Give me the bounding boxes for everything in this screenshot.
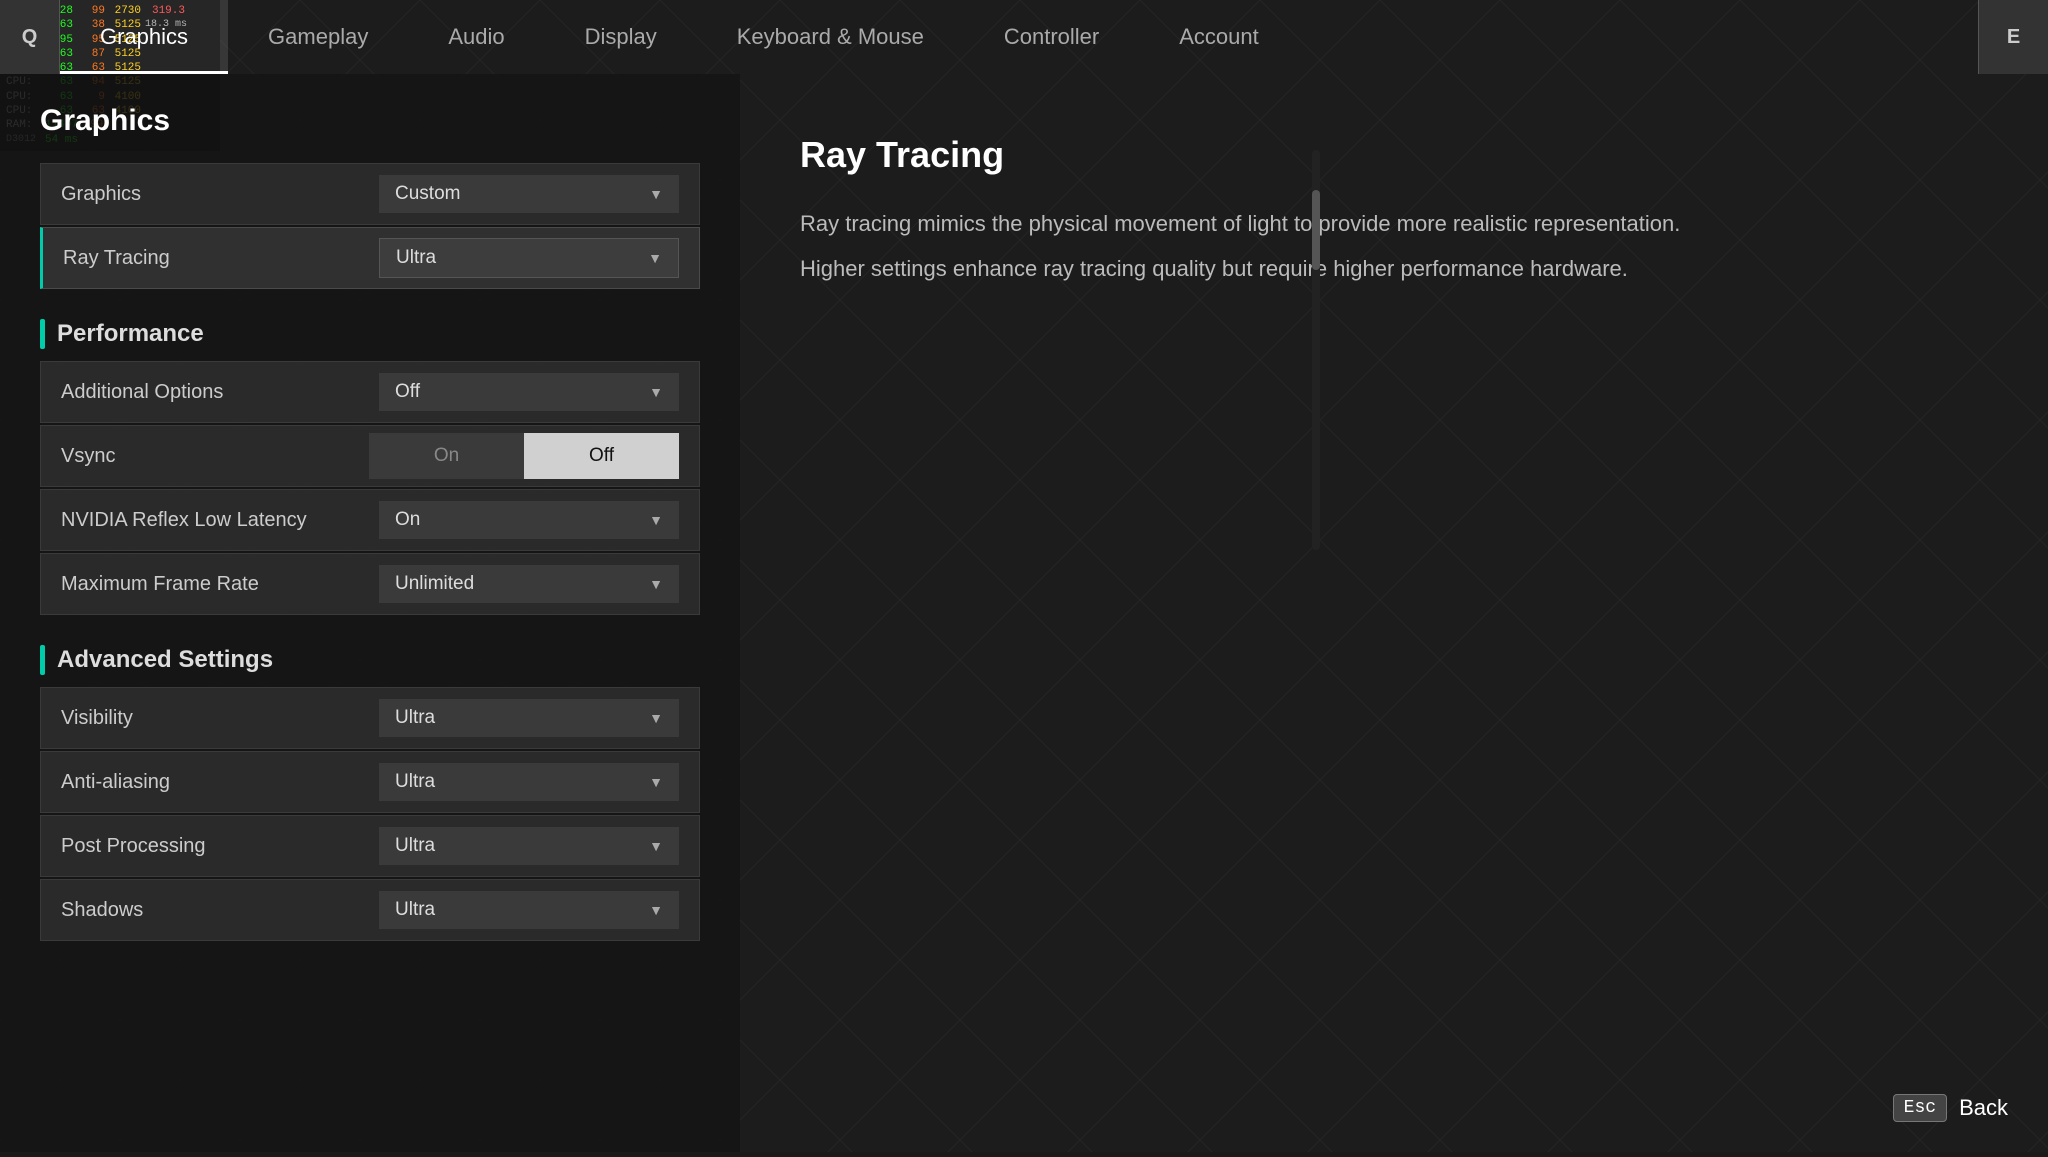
visibility-label: Visibility: [61, 707, 359, 730]
max-frame-rate-label: Maximum Frame Rate: [61, 573, 359, 596]
back-label: Back: [1959, 1095, 2008, 1121]
q-icon: Q: [22, 26, 38, 49]
max-frame-rate-row: Maximum Frame Rate Unlimited ▼: [40, 553, 700, 615]
post-processing-dropdown[interactable]: Ultra ▼: [379, 827, 679, 865]
post-processing-dropdown-value: Ultra: [395, 835, 435, 857]
visibility-row: Visibility Ultra ▼: [40, 687, 700, 749]
max-frame-rate-arrow: ▼: [649, 576, 663, 592]
additional-options-label: Additional Options: [61, 381, 359, 404]
graphics-dropdown-arrow: ▼: [649, 186, 663, 202]
anti-aliasing-label: Anti-aliasing: [61, 771, 359, 794]
anti-aliasing-value: Ultra ▼: [359, 763, 679, 801]
visibility-dropdown[interactable]: Ultra ▼: [379, 699, 679, 737]
max-frame-rate-value: Unlimited ▼: [359, 565, 679, 603]
graphics-dropdown-value: Custom: [395, 183, 460, 205]
visibility-value: Ultra ▼: [359, 699, 679, 737]
nvidia-reflex-dropdown[interactable]: On ▼: [379, 501, 679, 539]
shadows-value: Ultra ▼: [359, 891, 679, 929]
tab-keyboard-mouse-label: Keyboard & Mouse: [737, 24, 924, 50]
e-icon-button[interactable]: E: [1978, 0, 2048, 74]
nvidia-reflex-dropdown-value: On: [395, 509, 420, 531]
ray-tracing-setting-row: Ray Tracing Ultra ▼: [40, 227, 700, 289]
performance-section-title: Performance: [57, 320, 204, 348]
post-processing-value: Ultra ▼: [359, 827, 679, 865]
shadows-arrow: ▼: [649, 902, 663, 918]
ray-tracing-dropdown[interactable]: Ultra ▼: [379, 238, 679, 278]
tab-keyboard-mouse[interactable]: Keyboard & Mouse: [697, 0, 964, 74]
tab-controller[interactable]: Controller: [964, 0, 1139, 74]
max-frame-rate-dropdown[interactable]: Unlimited ▼: [379, 565, 679, 603]
additional-options-arrow: ▼: [649, 384, 663, 400]
info-panel-description-2: Higher settings enhance ray tracing qual…: [800, 251, 1988, 286]
anti-aliasing-dropdown[interactable]: Ultra ▼: [379, 763, 679, 801]
post-processing-arrow: ▼: [649, 838, 663, 854]
tab-account-label: Account: [1179, 24, 1259, 50]
vsync-label: Vsync: [61, 445, 359, 468]
tab-display[interactable]: Display: [545, 0, 697, 74]
visibility-arrow: ▼: [649, 710, 663, 726]
vsync-off-button[interactable]: Off: [524, 433, 679, 479]
vsync-row: Vsync On Off: [40, 425, 700, 487]
ray-tracing-setting-value: Ultra ▼: [359, 238, 679, 278]
additional-options-value: Off ▼: [359, 373, 679, 411]
vsync-toggle-group: On Off: [369, 433, 679, 479]
ray-tracing-label: Ray Tracing: [63, 247, 359, 270]
nvidia-reflex-value: On ▼: [359, 501, 679, 539]
post-processing-label: Post Processing: [61, 835, 359, 858]
graphics-dropdown[interactable]: Custom ▼: [379, 175, 679, 213]
vsync-value: On Off: [359, 433, 679, 479]
page-title: Graphics: [40, 104, 700, 138]
ray-tracing-dropdown-arrow: ▼: [648, 250, 662, 266]
info-panel-description-1: Ray tracing mimics the physical movement…: [800, 206, 1988, 241]
esc-key-badge: Esc: [1893, 1094, 1947, 1122]
q-icon-button[interactable]: Q: [0, 0, 60, 74]
shadows-dropdown[interactable]: Ultra ▼: [379, 891, 679, 929]
anti-aliasing-arrow: ▼: [649, 774, 663, 790]
graphics-setting-row: Graphics Custom ▼: [40, 163, 700, 225]
additional-options-dropdown[interactable]: Off ▼: [379, 373, 679, 411]
tab-audio-label: Audio: [448, 24, 504, 50]
scroll-thumb[interactable]: [1312, 190, 1320, 270]
vsync-on-button[interactable]: On: [369, 433, 524, 479]
tab-gameplay-label: Gameplay: [268, 24, 368, 50]
tab-graphics-label: Graphics: [100, 24, 188, 50]
advanced-section-header: Advanced Settings: [40, 645, 700, 675]
graphics-setting-label: Graphics: [61, 183, 359, 206]
max-frame-rate-dropdown-value: Unlimited: [395, 573, 474, 595]
tab-gameplay[interactable]: Gameplay: [228, 0, 408, 74]
advanced-section-bar: [40, 645, 45, 675]
info-panel-title: Ray Tracing: [800, 134, 1988, 176]
tab-account[interactable]: Account: [1139, 0, 1299, 74]
anti-aliasing-row: Anti-aliasing Ultra ▼: [40, 751, 700, 813]
additional-options-row: Additional Options Off ▼: [40, 361, 700, 423]
nvidia-reflex-row: NVIDIA Reflex Low Latency On ▼: [40, 489, 700, 551]
post-processing-row: Post Processing Ultra ▼: [40, 815, 700, 877]
tab-audio[interactable]: Audio: [408, 0, 544, 74]
visibility-dropdown-value: Ultra: [395, 707, 435, 729]
main-content: Graphics Graphics Custom ▼ Ray Tracing U…: [0, 74, 2048, 1152]
tab-display-label: Display: [585, 24, 657, 50]
right-panel: Ray Tracing Ray tracing mimics the physi…: [740, 74, 2048, 1152]
tab-controller-label: Controller: [1004, 24, 1099, 50]
left-panel: Graphics Graphics Custom ▼ Ray Tracing U…: [0, 74, 740, 1152]
back-button[interactable]: Esc Back: [1893, 1094, 2008, 1122]
graphics-setting-value: Custom ▼: [359, 175, 679, 213]
nav-bar: Q Graphics Gameplay Audio Display Keyboa…: [0, 0, 2048, 74]
performance-section-header: Performance: [40, 319, 700, 349]
additional-options-dropdown-value: Off: [395, 381, 420, 403]
ray-tracing-dropdown-value: Ultra: [396, 247, 436, 269]
tab-graphics[interactable]: Graphics: [60, 0, 228, 74]
shadows-row: Shadows Ultra ▼: [40, 879, 700, 941]
shadows-label: Shadows: [61, 899, 359, 922]
performance-section-bar: [40, 319, 45, 349]
e-icon: E: [2007, 26, 2020, 49]
shadows-dropdown-value: Ultra: [395, 899, 435, 921]
advanced-section-title: Advanced Settings: [57, 646, 273, 674]
nvidia-reflex-arrow: ▼: [649, 512, 663, 528]
nvidia-reflex-label: NVIDIA Reflex Low Latency: [61, 509, 359, 532]
anti-aliasing-dropdown-value: Ultra: [395, 771, 435, 793]
